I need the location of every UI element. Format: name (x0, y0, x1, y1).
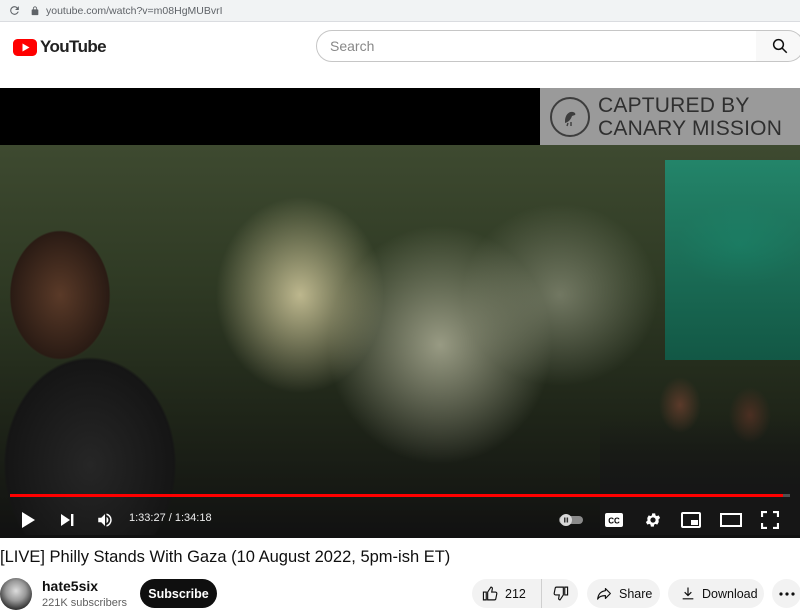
watermark-line-1: CAPTURED BY (598, 93, 750, 117)
like-icon (482, 586, 498, 601)
svg-text:CC: CC (608, 517, 620, 526)
next-button[interactable] (57, 510, 77, 530)
miniplayer-icon (681, 512, 701, 528)
search-icon (772, 38, 787, 54)
video-player[interactable]: CAPTURED BY CANARY MISSION 1:33:27 / 1:3… (0, 88, 800, 538)
dislike-icon (553, 586, 568, 601)
time-display: 1:33:27 / 1:34:18 (129, 512, 212, 524)
search-input[interactable] (330, 38, 756, 54)
background-screen (665, 160, 800, 360)
captions-icon: CC (605, 513, 623, 527)
fullscreen-icon (761, 511, 779, 529)
player-controls: 1:33:27 / 1:34:18 CC (0, 506, 800, 534)
autoplay-toggle[interactable] (556, 512, 586, 528)
more-actions-button[interactable] (772, 579, 800, 608)
subscriber-count: 221K subscribers (42, 597, 127, 609)
logo-wordmark: YouTube (40, 37, 107, 56)
settings-icon (645, 513, 661, 527)
theater-button[interactable] (719, 510, 743, 530)
reload-icon[interactable] (6, 3, 22, 19)
share-button[interactable]: Share (587, 579, 660, 608)
watermark-line-2: CANARY MISSION (598, 116, 783, 140)
dislike-button[interactable] (542, 579, 578, 608)
volume-icon (98, 513, 112, 527)
masthead: YouTube (0, 22, 800, 72)
miniplayer-button[interactable] (680, 510, 702, 530)
like-dislike-group: 212 (472, 579, 578, 608)
download-icon (682, 587, 694, 600)
channel-avatar[interactable] (0, 578, 32, 610)
watermark-banner: CAPTURED BY CANARY MISSION (540, 88, 800, 145)
url-text: youtube.com/watch?v=m08HgMUBvrI (46, 4, 223, 17)
watermark-text: CAPTURED BY CANARY MISSION (598, 94, 782, 140)
youtube-logo-icon (13, 38, 37, 56)
autoplay-toggle-icon (559, 514, 583, 526)
fullscreen-button[interactable] (759, 510, 781, 530)
play-button[interactable] (18, 510, 38, 530)
subscribe-button[interactable]: Subscribe (140, 579, 217, 608)
theater-icon (720, 513, 742, 527)
download-button[interactable]: Download (668, 579, 764, 608)
play-icon (22, 512, 35, 528)
next-icon (61, 514, 74, 526)
search-box[interactable] (316, 30, 757, 62)
url-field[interactable]: youtube.com/watch?v=m08HgMUBvrI (30, 3, 670, 19)
like-count: 212 (505, 586, 526, 601)
volume-button[interactable] (94, 510, 116, 530)
captions-button[interactable]: CC (603, 510, 625, 530)
video-frame[interactable] (0, 145, 800, 538)
channel-name[interactable]: hate5six (42, 578, 98, 594)
share-icon (597, 587, 611, 600)
lock-icon (31, 5, 39, 15)
download-label: Download (702, 586, 758, 601)
share-label: Share (619, 586, 653, 601)
settings-button[interactable] (642, 510, 664, 530)
video-title: [LIVE] Philly Stands With Gaza (10 Augus… (0, 548, 451, 566)
more-icon (778, 591, 795, 596)
search-button[interactable] (756, 30, 800, 62)
browser-address-bar: youtube.com/watch?v=m08HgMUBvrI (0, 0, 800, 22)
progress-bar[interactable] (10, 494, 790, 497)
progress-played (10, 494, 783, 497)
like-button[interactable]: 212 (472, 579, 542, 608)
foreground-person (0, 205, 220, 535)
canary-logo-icon (550, 96, 590, 137)
youtube-logo[interactable]: YouTube (13, 37, 107, 57)
